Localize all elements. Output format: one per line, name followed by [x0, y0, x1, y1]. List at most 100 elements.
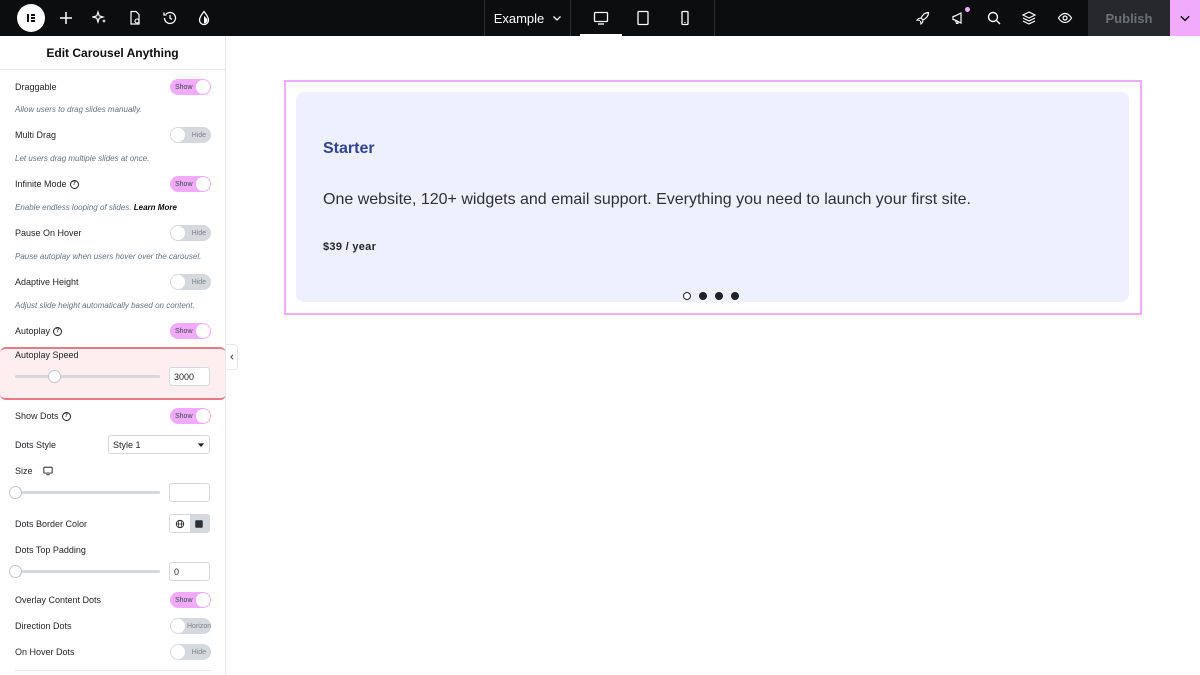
pause-on-hover-toggle[interactable]: Hide: [170, 225, 211, 241]
direction-dots-toggle[interactable]: Horizontal: [170, 618, 211, 634]
carousel-dot[interactable]: [731, 292, 739, 300]
infinite-mode-label-group: Infinite Mode ?: [15, 179, 79, 189]
help-icon[interactable]: ?: [69, 179, 79, 189]
structure-layers-icon[interactable]: [1019, 8, 1039, 28]
infinite-mode-description: Enable endless looping of slides. Learn …: [15, 203, 215, 212]
show-dots-row: Show Dots ? Show: [15, 408, 211, 424]
direction-dots-row: Direction Dots Horizontal: [15, 618, 211, 634]
collapse-panel-button[interactable]: [226, 344, 238, 370]
slide-price: $39 / year: [323, 241, 377, 253]
overlay-content-dots-label: Overlay Content Dots: [15, 595, 102, 605]
search-icon[interactable]: [984, 8, 1004, 28]
chevron-down-icon: [1180, 15, 1190, 22]
publish-button[interactable]: Publish: [1088, 0, 1170, 36]
ai-sparkle-icon[interactable]: [90, 8, 110, 28]
divider: [15, 670, 211, 671]
pause-on-hover-row: Pause On Hover Hide: [15, 225, 211, 241]
site-style-icon[interactable]: [194, 8, 214, 28]
pause-on-hover-description: Pause autoplay when users hover over the…: [15, 252, 202, 261]
add-element-icon[interactable]: [56, 8, 76, 28]
divider: [570, 0, 571, 36]
mobile-view-button[interactable]: [664, 0, 706, 36]
adaptive-height-row: Adaptive Height Hide: [15, 274, 211, 290]
size-input[interactable]: [169, 483, 210, 502]
carousel-dot[interactable]: [683, 292, 691, 300]
elementor-logo-icon[interactable]: [17, 4, 45, 32]
show-dots-label-group: Show Dots ?: [15, 411, 71, 421]
size-row: Size: [15, 463, 211, 479]
slide-title: Starter: [323, 140, 375, 157]
dots-style-value: Style 1: [113, 439, 141, 450]
carousel-dot[interactable]: [699, 292, 707, 300]
multi-drag-row: Multi Drag Hide: [15, 127, 211, 143]
divider: [714, 0, 715, 36]
learn-more-link[interactable]: Learn More: [134, 203, 177, 212]
carousel-dots: [683, 292, 739, 300]
dots-top-padding-input[interactable]: [169, 562, 210, 581]
autoplay-speed-input[interactable]: [169, 367, 210, 386]
multi-drag-toggle[interactable]: Hide: [170, 127, 211, 143]
overlay-content-dots-row: Overlay Content Dots Show: [15, 592, 211, 608]
history-icon[interactable]: [160, 8, 180, 28]
top-bar: Example Publish: [0, 0, 1200, 36]
announcements-icon[interactable]: [949, 7, 970, 28]
dots-border-color-label: Dots Border Color: [15, 519, 88, 529]
draggable-toggle[interactable]: Show: [170, 79, 211, 95]
globe-icon[interactable]: [170, 515, 190, 532]
multi-drag-label: Multi Drag: [15, 130, 57, 140]
infinite-mode-row: Infinite Mode ? Show: [15, 176, 211, 192]
autoplay-label: Autoplay: [15, 326, 51, 336]
page-settings-icon[interactable]: [125, 8, 145, 28]
pause-on-hover-label: Pause On Hover: [15, 228, 82, 238]
infinite-mode-description-text: Enable endless looping of slides.: [15, 203, 132, 212]
slider-handle[interactable]: [9, 486, 22, 499]
help-icon[interactable]: ?: [61, 411, 71, 421]
infinite-mode-toggle[interactable]: Show: [170, 176, 211, 192]
on-hover-dots-toggle[interactable]: Hide: [170, 644, 211, 660]
draggable-description: Allow users to drag slides manually.: [15, 105, 142, 114]
draggable-label: Draggable: [15, 82, 57, 92]
dots-top-padding-slider[interactable]: [9, 565, 160, 578]
adaptive-height-description: Adjust slide height automatically based …: [15, 301, 195, 310]
notification-dot: [965, 7, 970, 12]
show-dots-toggle[interactable]: Show: [170, 408, 211, 424]
overlay-content-dots-toggle[interactable]: Show: [170, 592, 211, 608]
panel-title: Edit Carousel Anything: [0, 36, 225, 70]
color-swatch[interactable]: [189, 515, 209, 532]
autoplay-speed-slider[interactable]: [15, 370, 160, 383]
site-name: Example: [493, 10, 545, 26]
on-hover-dots-row: On Hover Dots Hide: [15, 644, 211, 660]
adaptive-height-toggle[interactable]: Hide: [170, 274, 211, 290]
dots-style-label: Dots Style: [15, 440, 57, 450]
direction-dots-label: Direction Dots: [15, 621, 72, 631]
draggable-row: Draggable Show: [15, 79, 211, 95]
desktop-view-button[interactable]: [580, 0, 622, 36]
autoplay-row: Autoplay ? Show: [15, 323, 211, 339]
help-icon[interactable]: ?: [53, 326, 63, 336]
dots-border-color-control[interactable]: [169, 514, 210, 533]
slider-handle[interactable]: [9, 565, 22, 578]
desktop-responsive-icon[interactable]: [42, 466, 53, 476]
tablet-view-button[interactable]: [622, 0, 664, 36]
desktop-icon: [593, 11, 609, 25]
autoplay-speed-row: Autoplay Speed: [15, 349, 211, 361]
chevron-left-icon: [229, 354, 233, 360]
dots-style-select[interactable]: Style 1: [108, 435, 210, 454]
on-hover-dots-label: On Hover Dots: [15, 647, 75, 657]
multi-drag-description: Let users drag multiple slides at once.: [15, 154, 150, 163]
autoplay-toggle[interactable]: Show: [170, 323, 211, 339]
rocket-icon[interactable]: [913, 8, 933, 28]
preview-eye-icon[interactable]: [1055, 8, 1075, 28]
size-label: Size: [15, 466, 33, 476]
size-slider[interactable]: [9, 486, 160, 499]
infinite-mode-label: Infinite Mode: [15, 179, 67, 189]
autoplay-speed-label: Autoplay Speed: [15, 350, 79, 360]
chevron-down-icon: [553, 16, 562, 21]
site-selector[interactable]: Example: [486, 0, 570, 36]
carousel-dot[interactable]: [715, 292, 723, 300]
slider-handle[interactable]: [48, 370, 61, 383]
publish-options-button[interactable]: [1170, 0, 1200, 36]
mobile-icon: [681, 10, 689, 26]
slide-description: One website, 120+ widgets and email supp…: [323, 191, 971, 208]
dots-top-padding-label: Dots Top Padding: [15, 545, 86, 555]
